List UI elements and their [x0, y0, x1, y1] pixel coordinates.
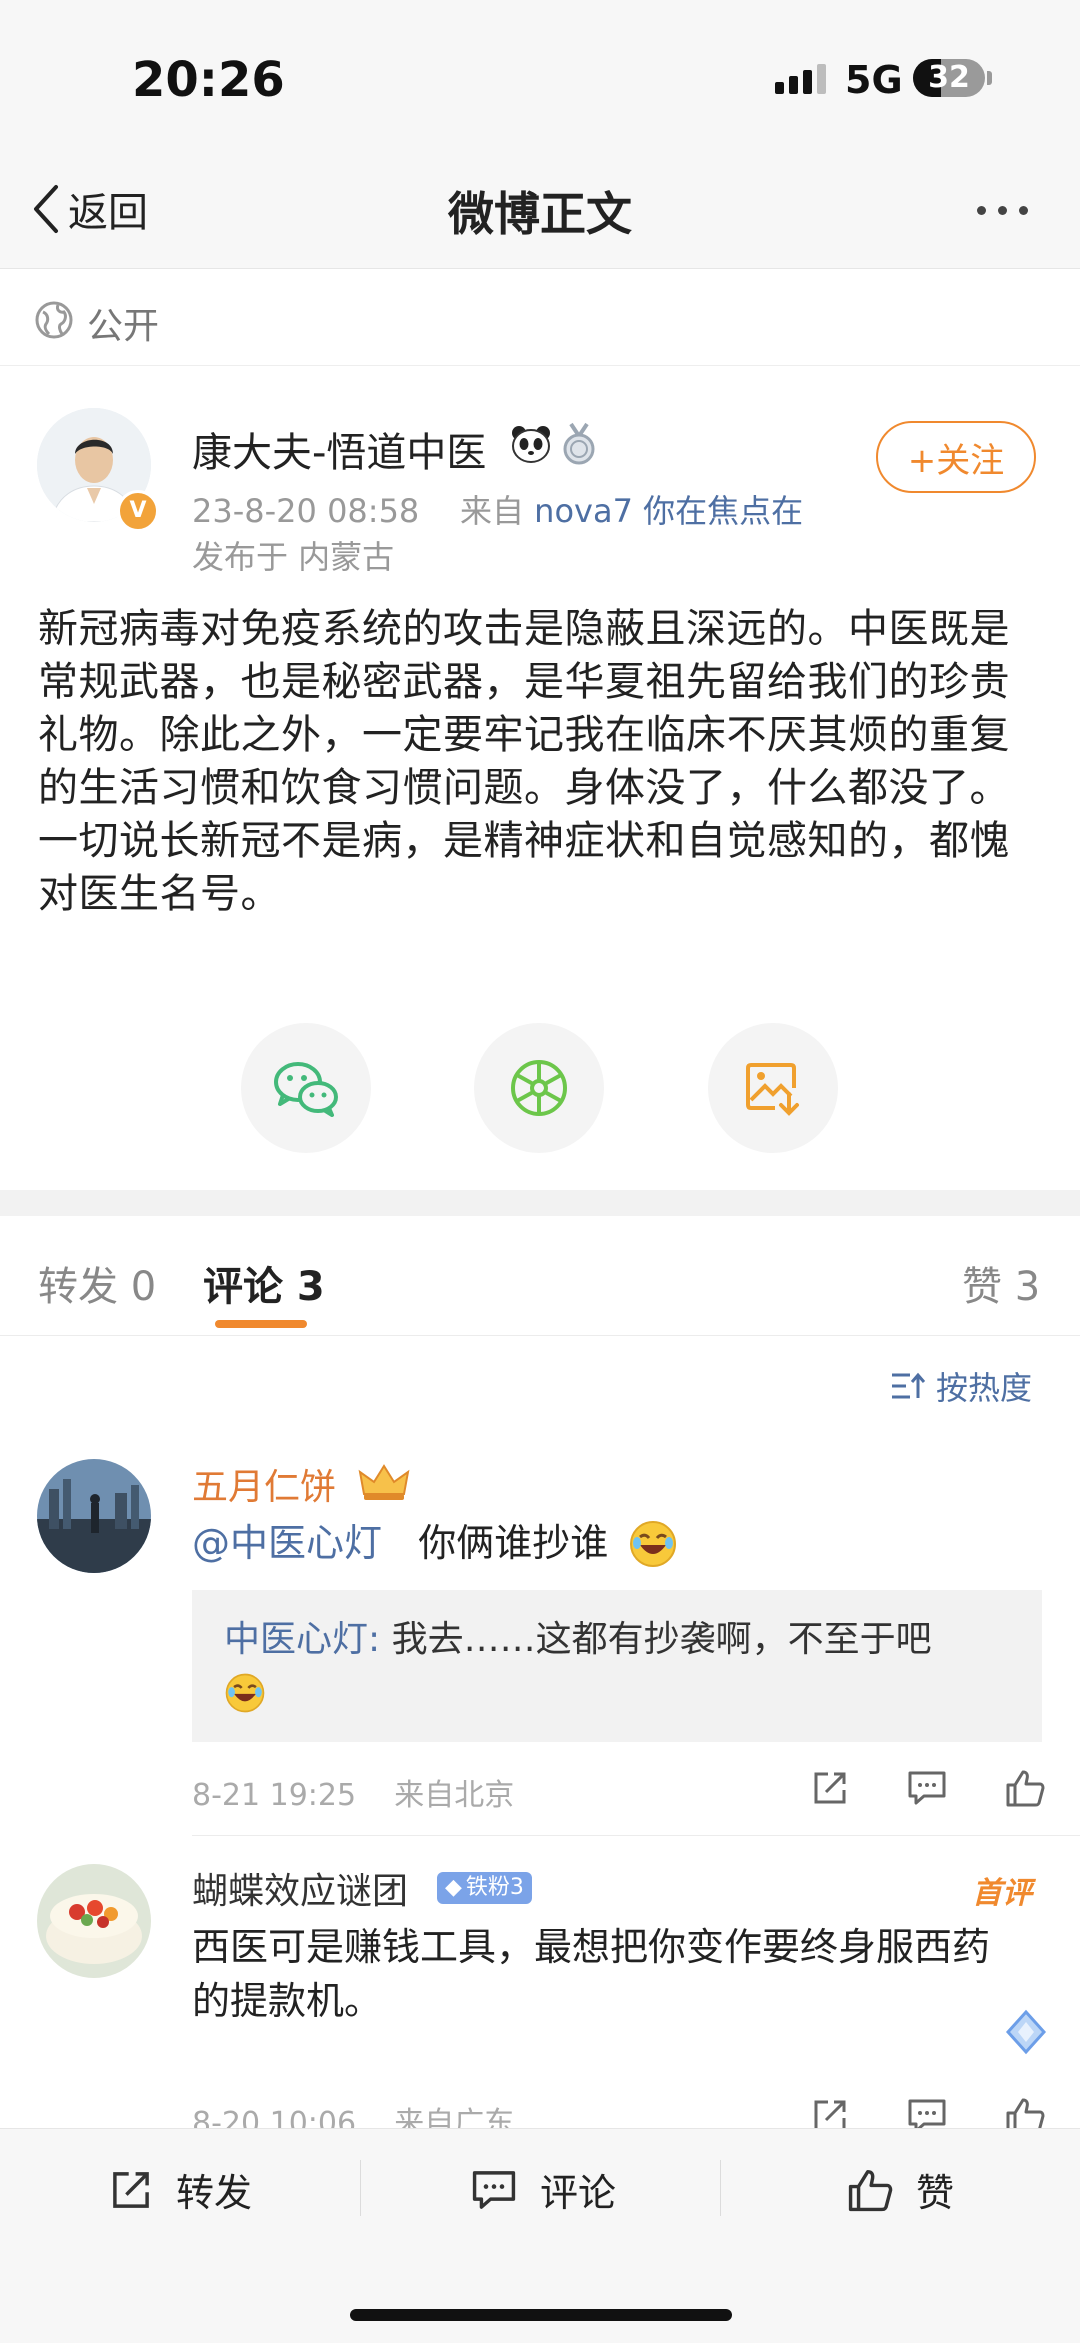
comment-divider	[192, 1835, 1080, 1836]
save-image-icon	[746, 1063, 799, 1116]
quoted-author[interactable]: 中医心灯:	[224, 1619, 380, 1660]
medal-badge-icon	[563, 422, 595, 465]
comment-body: 你俩谁抄谁	[418, 1521, 609, 1565]
comment-avatar[interactable]	[37, 1459, 151, 1573]
chevron-left-icon	[34, 185, 58, 233]
visibility-row	[0, 269, 1080, 366]
post-content: 新冠病毒对免疫系统的攻击是隐蔽且深远的。中医既是常规武器，也是秘密武器，是华夏祖…	[38, 606, 1010, 917]
visibility-label: 公开	[87, 306, 160, 347]
fan-badge-label: 铁粉3	[465, 1875, 524, 1900]
bottom-comment-button[interactable]: 评论	[470, 2162, 616, 2217]
section-divider	[0, 1190, 1080, 1216]
save-image-button[interactable]	[708, 1023, 838, 1153]
comment-text: 西医可是赚钱工具，最想把你变作要终身服西药的提款机。	[192, 1925, 991, 2023]
verified-badge-icon: V	[117, 490, 159, 532]
post-location: 发布于 内蒙古	[192, 538, 395, 576]
bottom-comment-label: 评论	[540, 2171, 617, 2215]
comment-actions	[810, 1768, 1046, 1808]
laugh-emoji-icon	[630, 1521, 676, 1567]
comment-avatar[interactable]	[37, 1864, 151, 1978]
wechat-icon	[274, 1062, 338, 1117]
network-label: 5G	[845, 58, 903, 102]
bottom-like-button[interactable]: 赞	[846, 2162, 954, 2217]
comment-text: @中医心灯 你俩谁抄谁	[192, 1516, 608, 1570]
follow-button[interactable]: +关注	[876, 421, 1036, 493]
quoted-text: 我去……这都有抄袭啊，不至于吧	[391, 1619, 932, 1660]
bottom-separator	[360, 2160, 361, 2216]
laugh-emoji-icon	[225, 1673, 265, 1713]
home-indicator[interactable]	[350, 2309, 732, 2321]
bottom-repost-label: 转发	[176, 2171, 253, 2215]
back-button[interactable]: 返回	[30, 180, 148, 238]
tab-likes[interactable]: 赞 3	[962, 1254, 1040, 1312]
comment-timestamp: 8-21 19:25 来自北京	[192, 1770, 514, 1814]
mention-link[interactable]: @中医心灯	[192, 1521, 382, 1565]
post-meta: 23-8-20 08:58 来自 nova7 你在焦点在	[192, 486, 803, 532]
commenter-name[interactable]: 蝴蝶效应谜团	[192, 1862, 408, 1914]
fan-badge: ◆ 铁粉3	[437, 1872, 532, 1904]
status-time: 20:26	[132, 52, 285, 108]
sort-icon	[892, 1372, 926, 1399]
post-source-link[interactable]: nova7 你在焦点在	[534, 492, 803, 530]
share-moments-button[interactable]	[474, 1023, 604, 1153]
active-tab-indicator	[215, 1320, 307, 1328]
battery-level-text: 32	[928, 60, 970, 95]
like-icon[interactable]	[1004, 1768, 1046, 1808]
repost-icon[interactable]	[810, 1768, 850, 1808]
quoted-reply: 中医心灯: 我去……这都有抄袭啊，不至于吧	[224, 1612, 1014, 1668]
source-prefix: 来自	[459, 492, 524, 530]
comment-icon	[472, 2170, 516, 2209]
moments-icon	[511, 1060, 567, 1116]
post-date: 23-8-20 08:58	[192, 492, 420, 530]
author-name[interactable]: 康大夫-悟道中医	[192, 420, 486, 478]
back-label: 返回	[68, 190, 148, 236]
more-menu-button[interactable]	[977, 206, 1028, 215]
bottom-repost-button[interactable]: 转发	[108, 2162, 252, 2217]
battery-cap	[987, 71, 992, 85]
bottom-like-label: 赞	[916, 2171, 955, 2215]
diamond-icon: ◆	[445, 1875, 462, 1900]
first-comment-tag: 首评	[972, 1876, 1032, 1911]
sort-label: 按热度	[936, 1369, 1033, 1407]
tab-repost[interactable]: 转发 0	[38, 1254, 156, 1312]
share-wechat-button[interactable]	[241, 1023, 371, 1153]
nav-bar	[0, 150, 1080, 269]
globe-icon	[35, 301, 73, 339]
tabs-divider	[0, 1335, 1080, 1336]
tab-comments[interactable]: 评论 3	[203, 1254, 325, 1312]
diamond-sparkle-icon	[1005, 2009, 1047, 2055]
comment-time: 8-21 19:25	[192, 1778, 357, 1813]
repost-icon	[113, 2171, 149, 2208]
bottom-separator	[720, 2160, 721, 2216]
panda-badge-icon	[512, 426, 550, 463]
comment-from: 来自北京	[394, 1778, 515, 1813]
like-icon	[848, 2169, 893, 2211]
signal-icon	[775, 64, 826, 94]
crown-badge-icon	[358, 1464, 410, 1500]
commenter-name[interactable]: 五月仁饼	[192, 1458, 336, 1510]
sort-by-heat-button[interactable]: 按热度	[890, 1363, 1032, 1409]
comment-icon[interactable]	[906, 1768, 948, 1808]
